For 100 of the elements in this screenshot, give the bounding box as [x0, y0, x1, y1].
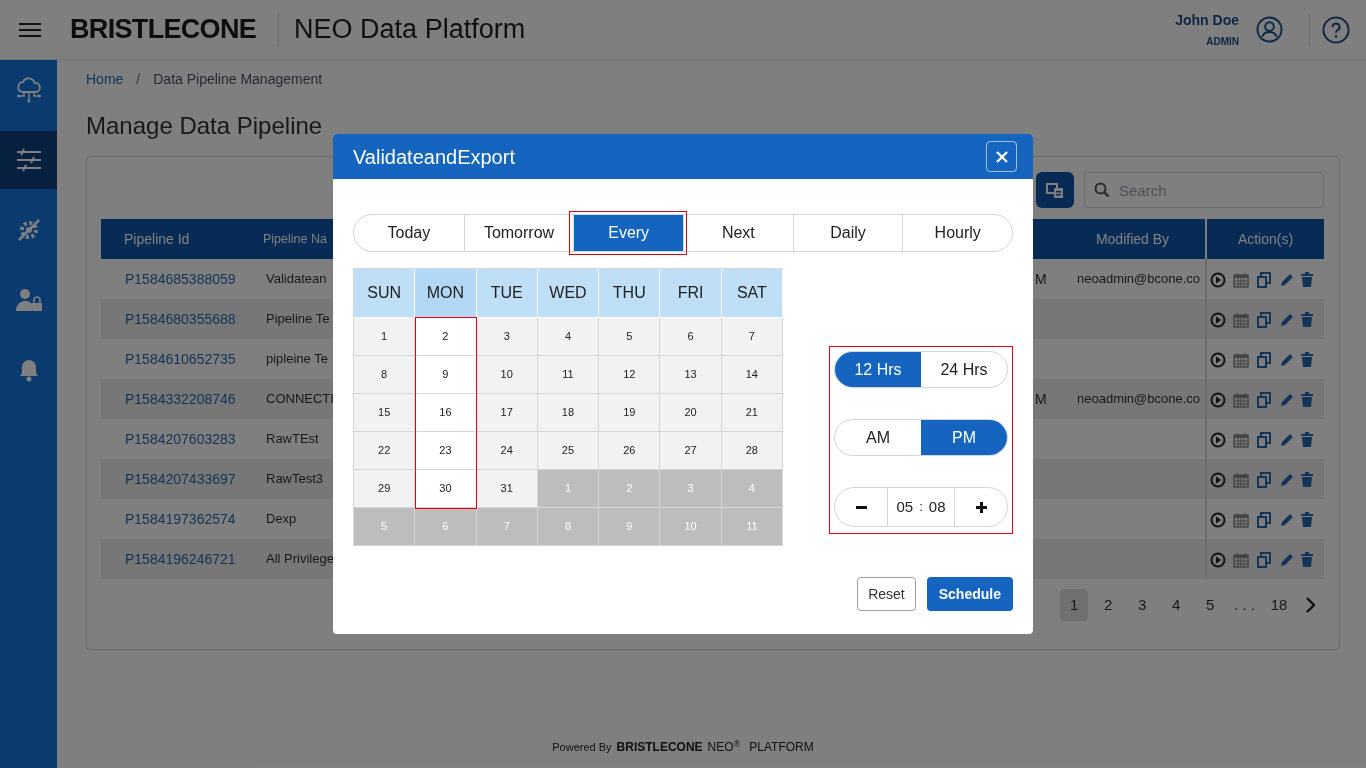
copy-icon[interactable]: [1256, 432, 1272, 448]
page-link[interactable]: 2: [1094, 589, 1123, 621]
calendar-day[interactable]: 17: [476, 394, 538, 432]
calendar-icon[interactable]: [1233, 512, 1249, 528]
help-icon[interactable]: [1322, 15, 1350, 44]
tab[interactable]: Hourly: [902, 215, 1013, 251]
toggle-option[interactable]: 24 Hrs: [921, 352, 1007, 387]
column-header[interactable]: Pipeline Id: [124, 228, 190, 250]
pencil-icon[interactable]: [1279, 552, 1293, 568]
hour-field[interactable]: 05: [896, 495, 914, 519]
calendar-day[interactable]: 10: [476, 356, 538, 394]
calendar-day[interactable]: 25: [537, 432, 600, 470]
calendar-day[interactable]: 7: [721, 318, 783, 356]
tab[interactable]: Today: [354, 215, 464, 251]
play-icon[interactable]: [1210, 312, 1226, 328]
page-link[interactable]: 4: [1162, 589, 1191, 621]
calendar-day[interactable]: 8: [354, 356, 416, 394]
pencil-icon[interactable]: [1279, 432, 1293, 448]
calendar-icon[interactable]: [1233, 472, 1249, 488]
weekday-header[interactable]: TUE: [476, 269, 538, 318]
calendar-day[interactable]: 27: [660, 432, 722, 470]
calendar-day[interactable]: 12: [599, 356, 661, 394]
copy-icon[interactable]: [1256, 512, 1272, 528]
calendar-day[interactable]: 22: [354, 432, 416, 470]
pencil-icon[interactable]: [1279, 272, 1293, 288]
trash-icon[interactable]: [1300, 512, 1314, 528]
user-icon[interactable]: [1256, 16, 1283, 43]
play-icon[interactable]: [1210, 432, 1226, 448]
minute-field[interactable]: 08: [928, 495, 946, 519]
trash-icon[interactable]: [1300, 432, 1314, 448]
weekday-header[interactable]: THU: [599, 269, 661, 318]
page-link[interactable]: 5: [1196, 589, 1225, 621]
column-header[interactable]: Pipeline Na: [263, 229, 327, 249]
page-link[interactable]: . . .: [1230, 589, 1259, 621]
trash-icon[interactable]: [1300, 552, 1314, 568]
calendar-icon[interactable]: [1233, 272, 1249, 288]
pencil-icon[interactable]: [1279, 472, 1293, 488]
calendar-day[interactable]: 24: [476, 432, 538, 470]
calendar-day[interactable]: 1: [354, 318, 416, 356]
calendar-icon[interactable]: [1233, 552, 1249, 568]
pencil-icon[interactable]: [1279, 392, 1293, 408]
trash-icon[interactable]: [1300, 312, 1314, 328]
calendar-day[interactable]: 14: [721, 356, 783, 394]
calendar-day[interactable]: 29: [354, 470, 416, 508]
trash-icon[interactable]: [1300, 472, 1314, 488]
page-link[interactable]: 1: [1060, 589, 1089, 621]
page-link[interactable]: 18: [1265, 589, 1293, 621]
sidebar-item[interactable]: [0, 131, 57, 189]
calendar-icon[interactable]: [1233, 392, 1249, 408]
play-icon[interactable]: [1210, 472, 1226, 488]
calendar-day[interactable]: 5: [599, 318, 661, 356]
column-toggle-button[interactable]: [1036, 172, 1074, 208]
copy-icon[interactable]: [1256, 312, 1272, 328]
play-icon[interactable]: [1210, 272, 1226, 288]
tab[interactable]: Daily: [792, 215, 903, 251]
copy-icon[interactable]: [1256, 392, 1272, 408]
pencil-icon[interactable]: [1279, 352, 1293, 368]
next-page-icon[interactable]: [1305, 597, 1315, 613]
tab[interactable]: Next: [683, 215, 793, 251]
toggle-option[interactable]: 12 Hrs: [835, 352, 921, 387]
play-icon[interactable]: [1210, 512, 1226, 528]
weekday-header[interactable]: SUN: [354, 269, 416, 318]
play-icon[interactable]: [1210, 552, 1226, 568]
calendar-icon[interactable]: [1233, 312, 1249, 328]
copy-icon[interactable]: [1256, 352, 1272, 368]
copy-icon[interactable]: [1256, 552, 1272, 568]
calendar-day[interactable]: 13: [660, 356, 722, 394]
column-header[interactable]: Modified By: [1060, 219, 1205, 259]
pencil-icon[interactable]: [1279, 312, 1293, 328]
calendar-day[interactable]: 21: [721, 394, 783, 432]
calendar-day[interactable]: 19: [599, 394, 661, 432]
calendar-day[interactable]: 3: [476, 318, 538, 356]
trash-icon[interactable]: [1300, 272, 1314, 288]
trash-icon[interactable]: [1300, 392, 1314, 408]
play-icon[interactable]: [1210, 352, 1226, 368]
weekday-header[interactable]: SAT: [721, 269, 783, 318]
weekday-header[interactable]: WED: [537, 269, 600, 318]
calendar-day[interactable]: 20: [660, 394, 722, 432]
menu-icon[interactable]: [19, 21, 41, 38]
schedule-button[interactable]: Schedule: [926, 577, 1013, 611]
calendar-day[interactable]: 11: [537, 356, 600, 394]
copy-icon[interactable]: [1256, 472, 1272, 488]
calendar-icon[interactable]: [1233, 432, 1249, 448]
calendar-day[interactable]: 31: [476, 470, 538, 508]
weekday-header[interactable]: FRI: [660, 269, 722, 318]
weekday-header[interactable]: MON: [415, 269, 477, 318]
page-link[interactable]: 3: [1128, 589, 1157, 621]
toggle-option[interactable]: PM: [921, 420, 1007, 455]
calendar-day[interactable]: 28: [721, 432, 783, 470]
trash-icon[interactable]: [1300, 352, 1314, 368]
toggle-option[interactable]: AM: [835, 420, 921, 455]
play-icon[interactable]: [1210, 392, 1226, 408]
calendar-day[interactable]: 26: [599, 432, 661, 470]
calendar-day[interactable]: 18: [537, 394, 600, 432]
calendar-day[interactable]: 4: [537, 318, 600, 356]
calendar-day[interactable]: 15: [354, 394, 416, 432]
calendar-day[interactable]: 6: [660, 318, 722, 356]
close-button[interactable]: [986, 141, 1017, 172]
pencil-icon[interactable]: [1279, 512, 1293, 528]
calendar-icon[interactable]: [1233, 352, 1249, 368]
